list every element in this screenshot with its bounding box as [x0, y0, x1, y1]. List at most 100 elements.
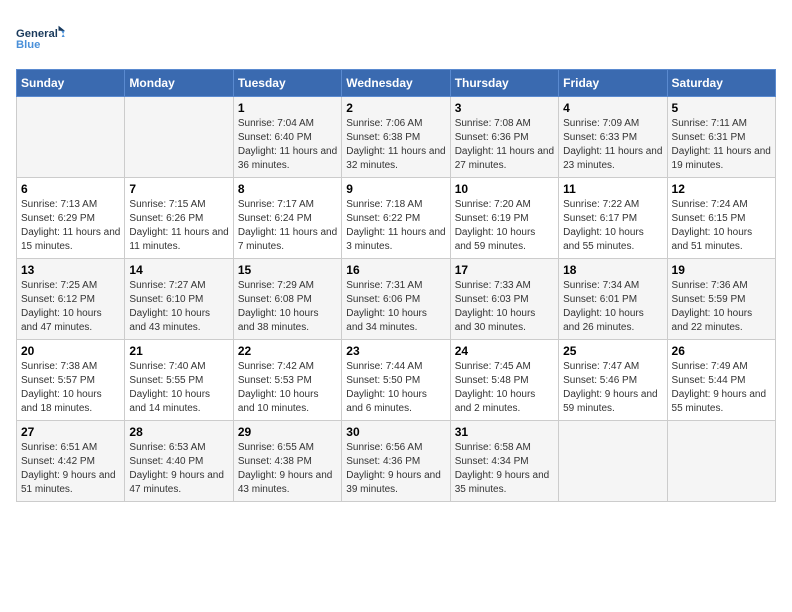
day-number: 8	[238, 182, 337, 196]
day-number: 14	[129, 263, 228, 277]
week-row-4: 20 Sunrise: 7:38 AM Sunset: 5:57 PM Dayli…	[17, 340, 776, 421]
day-number: 31	[455, 425, 554, 439]
day-number: 25	[563, 344, 662, 358]
calendar-cell: 12 Sunrise: 7:24 AM Sunset: 6:15 PM Dayli…	[667, 178, 775, 259]
day-info: Sunrise: 7:22 AM Sunset: 6:17 PM Dayligh…	[563, 198, 662, 254]
logo: General Blue	[16, 16, 66, 61]
calendar-cell: 6 Sunrise: 7:13 AM Sunset: 6:29 PM Daylig…	[17, 178, 125, 259]
day-number: 30	[346, 425, 445, 439]
calendar-cell	[559, 421, 667, 502]
calendar-cell: 22 Sunrise: 7:42 AM Sunset: 5:53 PM Dayli…	[233, 340, 341, 421]
day-number: 3	[455, 101, 554, 115]
day-number: 9	[346, 182, 445, 196]
calendar-cell: 30 Sunrise: 6:56 AM Sunset: 4:36 PM Dayli…	[342, 421, 450, 502]
header-thursday: Thursday	[450, 70, 558, 97]
day-number: 24	[455, 344, 554, 358]
day-number: 28	[129, 425, 228, 439]
week-row-1: 1 Sunrise: 7:04 AM Sunset: 6:40 PM Daylig…	[17, 97, 776, 178]
week-row-3: 13 Sunrise: 7:25 AM Sunset: 6:12 PM Dayli…	[17, 259, 776, 340]
day-number: 22	[238, 344, 337, 358]
day-number: 12	[672, 182, 771, 196]
header-sunday: Sunday	[17, 70, 125, 97]
day-info: Sunrise: 7:45 AM Sunset: 5:48 PM Dayligh…	[455, 360, 554, 416]
day-number: 15	[238, 263, 337, 277]
day-info: Sunrise: 7:44 AM Sunset: 5:50 PM Dayligh…	[346, 360, 445, 416]
day-number: 1	[238, 101, 337, 115]
day-info: Sunrise: 7:15 AM Sunset: 6:26 PM Dayligh…	[129, 198, 228, 254]
calendar-cell: 15 Sunrise: 7:29 AM Sunset: 6:08 PM Dayli…	[233, 259, 341, 340]
calendar-cell: 7Sunrise: 7:15 AM Sunset: 6:26 PM Daylig…	[125, 178, 233, 259]
day-info: Sunrise: 6:55 AM Sunset: 4:38 PM Dayligh…	[238, 441, 337, 497]
calendar-cell: 8Sunrise: 7:17 AM Sunset: 6:24 PM Daylig…	[233, 178, 341, 259]
day-info: Sunrise: 7:42 AM Sunset: 5:53 PM Dayligh…	[238, 360, 337, 416]
day-number: 10	[455, 182, 554, 196]
svg-text:Blue: Blue	[16, 39, 40, 51]
day-info: Sunrise: 7:13 AM Sunset: 6:29 PM Dayligh…	[21, 198, 120, 254]
day-number: 26	[672, 344, 771, 358]
day-info: Sunrise: 6:53 AM Sunset: 4:40 PM Dayligh…	[129, 441, 228, 497]
day-info: Sunrise: 7:34 AM Sunset: 6:01 PM Dayligh…	[563, 279, 662, 335]
day-info: Sunrise: 7:08 AM Sunset: 6:36 PM Dayligh…	[455, 117, 554, 173]
day-number: 16	[346, 263, 445, 277]
day-info: Sunrise: 7:47 AM Sunset: 5:46 PM Dayligh…	[563, 360, 662, 416]
calendar-cell: 1 Sunrise: 7:04 AM Sunset: 6:40 PM Daylig…	[233, 97, 341, 178]
day-number: 4	[563, 101, 662, 115]
calendar-cell: 5 Sunrise: 7:11 AM Sunset: 6:31 PM Daylig…	[667, 97, 775, 178]
header-monday: Monday	[125, 70, 233, 97]
calendar-cell: 4 Sunrise: 7:09 AM Sunset: 6:33 PM Daylig…	[559, 97, 667, 178]
day-info: Sunrise: 7:04 AM Sunset: 6:40 PM Dayligh…	[238, 117, 337, 173]
calendar-cell	[17, 97, 125, 178]
calendar-cell: 10 Sunrise: 7:20 AM Sunset: 6:19 PM Dayli…	[450, 178, 558, 259]
calendar-cell: 9 Sunrise: 7:18 AM Sunset: 6:22 PM Daylig…	[342, 178, 450, 259]
day-number: 13	[21, 263, 120, 277]
day-number: 27	[21, 425, 120, 439]
day-info: Sunrise: 7:06 AM Sunset: 6:38 PM Dayligh…	[346, 117, 445, 173]
day-number: 29	[238, 425, 337, 439]
header-saturday: Saturday	[667, 70, 775, 97]
calendar-cell: 16 Sunrise: 7:31 AM Sunset: 6:06 PM Dayli…	[342, 259, 450, 340]
day-info: Sunrise: 7:29 AM Sunset: 6:08 PM Dayligh…	[238, 279, 337, 335]
calendar-cell	[125, 97, 233, 178]
day-info: Sunrise: 7:38 AM Sunset: 5:57 PM Dayligh…	[21, 360, 120, 416]
calendar-cell: 17Sunrise: 7:33 AM Sunset: 6:03 PM Dayli…	[450, 259, 558, 340]
day-info: Sunrise: 6:51 AM Sunset: 4:42 PM Dayligh…	[21, 441, 120, 497]
day-number: 5	[672, 101, 771, 115]
day-number: 20	[21, 344, 120, 358]
day-info: Sunrise: 7:20 AM Sunset: 6:19 PM Dayligh…	[455, 198, 554, 254]
header-wednesday: Wednesday	[342, 70, 450, 97]
calendar-cell	[667, 421, 775, 502]
calendar-cell: 18Sunrise: 7:34 AM Sunset: 6:01 PM Dayli…	[559, 259, 667, 340]
calendar-table: SundayMondayTuesdayWednesdayThursdayFrid…	[16, 69, 776, 502]
day-number: 11	[563, 182, 662, 196]
calendar-cell: 19Sunrise: 7:36 AM Sunset: 5:59 PM Dayli…	[667, 259, 775, 340]
header-friday: Friday	[559, 70, 667, 97]
week-row-5: 27 Sunrise: 6:51 AM Sunset: 4:42 PM Dayli…	[17, 421, 776, 502]
day-info: Sunrise: 7:18 AM Sunset: 6:22 PM Dayligh…	[346, 198, 445, 254]
day-info: Sunrise: 7:40 AM Sunset: 5:55 PM Dayligh…	[129, 360, 228, 416]
calendar-cell: 28 Sunrise: 6:53 AM Sunset: 4:40 PM Dayli…	[125, 421, 233, 502]
day-info: Sunrise: 7:11 AM Sunset: 6:31 PM Dayligh…	[672, 117, 771, 173]
calendar-cell: 31 Sunrise: 6:58 AM Sunset: 4:34 PM Dayli…	[450, 421, 558, 502]
calendar-cell: 21 Sunrise: 7:40 AM Sunset: 5:55 PM Dayli…	[125, 340, 233, 421]
calendar-cell: 29 Sunrise: 6:55 AM Sunset: 4:38 PM Dayli…	[233, 421, 341, 502]
day-number: 6	[21, 182, 120, 196]
header-tuesday: Tuesday	[233, 70, 341, 97]
svg-text:General: General	[16, 28, 58, 40]
day-info: Sunrise: 6:58 AM Sunset: 4:34 PM Dayligh…	[455, 441, 554, 497]
day-number: 21	[129, 344, 228, 358]
page-header: General Blue	[16, 16, 776, 61]
calendar-cell: 25 Sunrise: 7:47 AM Sunset: 5:46 PM Dayli…	[559, 340, 667, 421]
day-info: Sunrise: 7:33 AM Sunset: 6:03 PM Dayligh…	[455, 279, 554, 335]
calendar-cell: 27 Sunrise: 6:51 AM Sunset: 4:42 PM Dayli…	[17, 421, 125, 502]
day-info: Sunrise: 7:25 AM Sunset: 6:12 PM Dayligh…	[21, 279, 120, 335]
day-info: Sunrise: 7:24 AM Sunset: 6:15 PM Dayligh…	[672, 198, 771, 254]
calendar-cell: 20 Sunrise: 7:38 AM Sunset: 5:57 PM Dayli…	[17, 340, 125, 421]
day-number: 19	[672, 263, 771, 277]
day-info: Sunrise: 7:31 AM Sunset: 6:06 PM Dayligh…	[346, 279, 445, 335]
calendar-cell: 23Sunrise: 7:44 AM Sunset: 5:50 PM Dayli…	[342, 340, 450, 421]
calendar-cell: 11 Sunrise: 7:22 AM Sunset: 6:17 PM Dayli…	[559, 178, 667, 259]
calendar-cell: 14Sunrise: 7:27 AM Sunset: 6:10 PM Dayli…	[125, 259, 233, 340]
day-info: Sunrise: 6:56 AM Sunset: 4:36 PM Dayligh…	[346, 441, 445, 497]
day-info: Sunrise: 7:09 AM Sunset: 6:33 PM Dayligh…	[563, 117, 662, 173]
calendar-cell: 24 Sunrise: 7:45 AM Sunset: 5:48 PM Dayli…	[450, 340, 558, 421]
